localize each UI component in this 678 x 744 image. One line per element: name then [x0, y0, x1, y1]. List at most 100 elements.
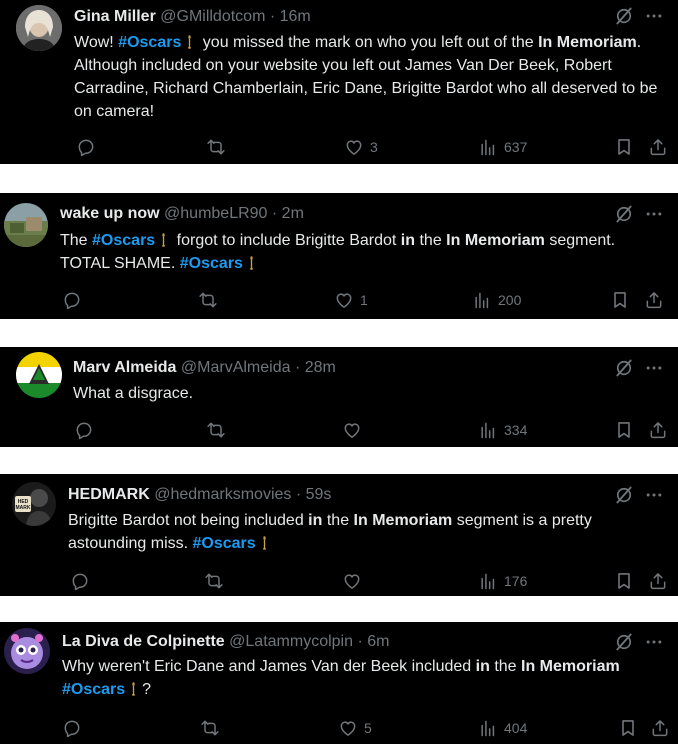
avatar[interactable] — [4, 628, 50, 674]
bold-text: in — [308, 512, 323, 529]
avatar[interactable] — [16, 352, 62, 398]
tweet-card[interactable]: Gina Miller @GMilldotcom · 16m Wow! #Osc… — [0, 0, 678, 164]
bookmark-button[interactable] — [610, 290, 630, 310]
reply-icon — [70, 571, 90, 591]
retweet-button[interactable] — [206, 137, 232, 157]
retweet-button[interactable] — [200, 718, 226, 738]
views-button[interactable]: 404 — [478, 718, 527, 738]
oscar-statue-icon — [161, 233, 166, 247]
grok-icon[interactable] — [614, 485, 634, 505]
share-button[interactable] — [650, 718, 670, 738]
more-options-icon[interactable] — [644, 6, 664, 26]
author-name[interactable]: La Diva de Colpinette — [62, 633, 225, 650]
bookmark-icon — [618, 718, 638, 738]
grok-icon[interactable] — [614, 6, 634, 26]
bookmark-button[interactable] — [614, 571, 634, 591]
share-button[interactable] — [648, 420, 668, 440]
hashtag-link[interactable]: #Oscars — [62, 681, 125, 698]
bookmark-button[interactable] — [614, 137, 634, 157]
more-options-icon[interactable] — [644, 485, 664, 505]
bookmark-button[interactable] — [618, 718, 638, 738]
more-options-icon[interactable] — [644, 358, 664, 378]
views-icon — [478, 571, 498, 591]
author-handle[interactable]: @GMilldotcom — [160, 8, 265, 25]
author-handle[interactable]: @humbeLR90 — [164, 205, 267, 222]
author-name[interactable]: Marv Almeida — [73, 359, 176, 376]
retweet-icon — [204, 571, 224, 591]
like-button[interactable]: 1 — [334, 290, 368, 310]
avatar[interactable] — [16, 5, 62, 51]
author-handle[interactable]: @hedmarksmovies — [154, 486, 291, 503]
text-segment: the — [419, 232, 442, 249]
more-options-icon[interactable] — [644, 204, 664, 224]
heart-icon — [338, 718, 358, 738]
retweet-button[interactable] — [204, 571, 230, 591]
bookmark-icon — [614, 420, 634, 440]
retweet-icon — [206, 137, 226, 157]
tweet-card[interactable]: wake up now @humbeLR90 · 2m The #Oscars … — [0, 193, 678, 319]
timestamp[interactable]: 28m — [305, 359, 336, 376]
bold-text: In Memoriam — [538, 34, 637, 51]
reply-icon — [62, 290, 82, 310]
hashtag-link[interactable]: #Oscars — [193, 535, 256, 552]
grok-icon[interactable] — [614, 632, 634, 652]
retweet-button[interactable] — [206, 420, 232, 440]
reply-button[interactable] — [70, 571, 96, 591]
text-segment: Wow! — [74, 34, 114, 51]
share-icon — [648, 571, 668, 591]
grok-icon[interactable] — [614, 358, 634, 378]
like-button[interactable] — [342, 420, 368, 440]
hashtag-link[interactable]: #Oscars — [118, 34, 181, 51]
author-handle[interactable]: @Latammycolpin — [229, 633, 353, 650]
share-icon — [648, 137, 668, 157]
grok-icon[interactable] — [614, 204, 634, 224]
hashtag-link[interactable]: #Oscars — [92, 232, 155, 249]
author-name[interactable]: HEDMARK — [68, 486, 150, 503]
tweet-card[interactable]: Marv Almeida @MarvAlmeida · 28m What a d… — [0, 347, 678, 447]
reply-button[interactable] — [62, 290, 88, 310]
like-button[interactable]: 3 — [344, 137, 378, 157]
views-icon — [472, 290, 492, 310]
views-button[interactable]: 200 — [472, 290, 521, 310]
like-button[interactable] — [342, 571, 368, 591]
avatar[interactable]: HED MARK — [12, 482, 56, 526]
like-count: 5 — [364, 720, 372, 736]
views-icon — [478, 718, 498, 738]
tweet-card[interactable]: La Diva de Colpinette @Latammycolpin · 6… — [0, 622, 678, 744]
tweet-card[interactable]: HED MARK HEDMARK @hedmarksmovies · 59s Br… — [0, 474, 678, 596]
view-count: 200 — [498, 292, 522, 308]
heart-icon — [334, 290, 354, 310]
views-button[interactable]: 176 — [478, 571, 527, 591]
timestamp[interactable]: 6m — [367, 633, 389, 650]
oscar-statue-icon — [187, 35, 192, 49]
bold-text: In Memoriam — [353, 512, 453, 529]
text-segment: the — [494, 658, 517, 675]
reply-button[interactable] — [74, 420, 100, 440]
author-handle[interactable]: @MarvAlmeida — [181, 359, 291, 376]
view-count: 334 — [504, 422, 528, 438]
timestamp[interactable]: 16m — [280, 8, 311, 25]
share-button[interactable] — [648, 571, 668, 591]
timestamp[interactable]: 2m — [282, 205, 304, 222]
bookmark-icon — [610, 290, 630, 310]
retweet-icon — [198, 290, 218, 310]
views-button[interactable]: 637 — [478, 137, 527, 157]
bold-text: in — [475, 658, 490, 675]
reply-button[interactable] — [76, 137, 102, 157]
share-button[interactable] — [644, 290, 664, 310]
author-name[interactable]: wake up now — [60, 205, 160, 222]
view-count: 176 — [504, 573, 528, 589]
timestamp[interactable]: 59s — [306, 486, 332, 503]
avatar[interactable] — [4, 203, 48, 247]
author-name[interactable]: Gina Miller — [74, 8, 156, 25]
views-button[interactable]: 334 — [478, 420, 527, 440]
hashtag-link[interactable]: #Oscars — [180, 255, 243, 272]
bookmark-button[interactable] — [614, 420, 634, 440]
bold-text: In Memoriam — [446, 232, 545, 249]
like-button[interactable]: 5 — [338, 718, 372, 738]
separator: · — [290, 359, 305, 376]
retweet-button[interactable] — [198, 290, 224, 310]
share-button[interactable] — [648, 137, 668, 157]
more-options-icon[interactable] — [644, 632, 664, 652]
reply-button[interactable] — [62, 718, 88, 738]
